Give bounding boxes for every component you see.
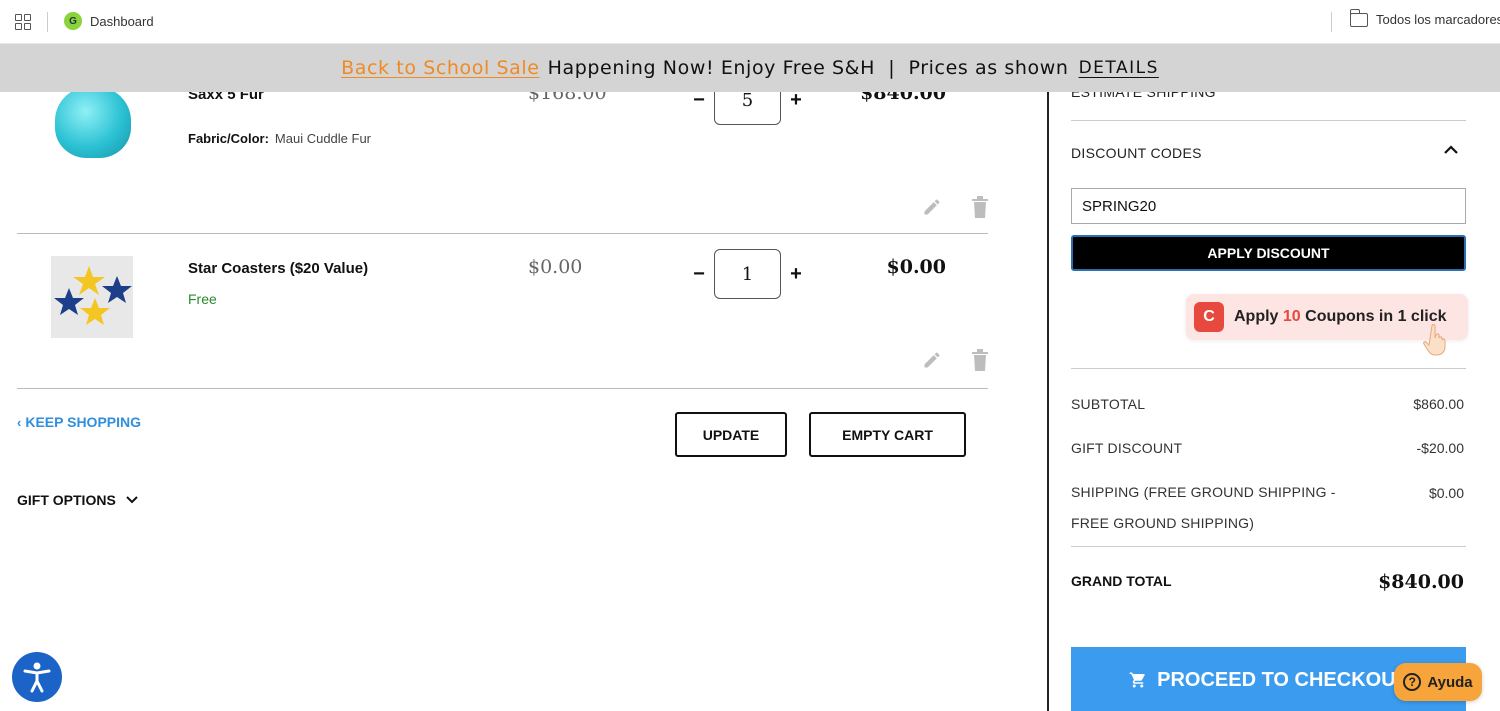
- chevron-down-icon: [126, 496, 138, 504]
- chevron-left-icon: ‹: [17, 415, 22, 430]
- coupon-apply-word: Apply: [1234, 308, 1279, 325]
- help-label: Ayuda: [1427, 673, 1473, 691]
- gift-options-label: GIFT OPTIONS: [17, 492, 116, 508]
- promo-sale-link[interactable]: Back to School Sale: [341, 57, 539, 79]
- apps-grid-icon[interactable]: [15, 14, 31, 30]
- order-summary-sidebar: ESTIMATE SHIPPING DISCOUNT CODES APPLY D…: [1047, 60, 1500, 711]
- quantity-increase-button[interactable]: +: [786, 263, 806, 286]
- discount-codes-toggle[interactable]: DISCOUNT CODES: [1071, 145, 1466, 161]
- promo-details-link[interactable]: DETAILS: [1079, 58, 1159, 78]
- product-image-beanbag[interactable]: [51, 82, 133, 164]
- attribute-label: Fabric/Color:: [188, 131, 269, 146]
- keep-shopping-link[interactable]: ‹ KEEP SHOPPING: [17, 414, 141, 430]
- gift-discount-label: GIFT DISCOUNT: [1071, 440, 1183, 456]
- cart-item-row: Star Coasters ($20 Value) Free $0.00 − 1…: [17, 234, 988, 389]
- help-chat-button[interactable]: ? Ayuda: [1394, 663, 1482, 701]
- edit-pencil-icon[interactable]: [922, 197, 942, 217]
- empty-cart-button[interactable]: EMPTY CART: [809, 412, 966, 457]
- bookmark-folder-label: Todos los marcadores: [1376, 12, 1500, 27]
- checkout-label: PROCEED TO CHECKOUT: [1157, 668, 1408, 691]
- summary-divider: [1071, 546, 1466, 547]
- apply-discount-button[interactable]: APPLY DISCOUNT: [1071, 235, 1466, 271]
- bookmark-dashboard-label: Dashboard: [90, 13, 154, 29]
- shipping-value: $0.00: [1428, 485, 1464, 501]
- pointer-hand-icon: [1423, 324, 1446, 356]
- gift-discount-value: -$20.00: [1416, 440, 1464, 456]
- accessibility-person-icon: [23, 662, 51, 693]
- update-cart-button[interactable]: UPDATE: [675, 412, 787, 457]
- quantity-stepper: − 1 +: [689, 249, 806, 299]
- coupon-extension-logo-icon: C: [1194, 302, 1224, 332]
- keep-shopping-label: KEEP SHOPPING: [25, 414, 142, 430]
- grand-total-label: GRAND TOTAL: [1071, 573, 1172, 589]
- subtotal-label: SUBTOTAL: [1071, 396, 1146, 412]
- coupon-extension-text: Apply 10 Coupons in 1 click: [1234, 308, 1447, 326]
- grand-total-value: $840.00: [1378, 571, 1464, 593]
- coupon-count: 10: [1282, 308, 1301, 325]
- help-question-icon: ?: [1403, 673, 1422, 691]
- dashboard-logo-icon: G: [64, 12, 82, 30]
- bookmarks-bar: G Dashboard Todos los marcadores: [0, 0, 1500, 44]
- promo-message: Happening Now! Enjoy Free S&H | Prices a…: [547, 57, 1069, 79]
- accessibility-button[interactable]: [12, 652, 62, 702]
- bookmarks-separator: [47, 12, 48, 32]
- quantity-decrease-button[interactable]: −: [689, 263, 709, 286]
- discount-codes-label: DISCOUNT CODES: [1071, 145, 1202, 161]
- folder-icon: [1349, 8, 1368, 27]
- summary-divider: [1071, 368, 1466, 369]
- shipping-label: SHIPPING (FREE GROUND SHIPPING - FREE GR…: [1071, 484, 1336, 531]
- product-attribute: Fabric/Color: Maui Cuddle Fur: [188, 131, 371, 146]
- bookmark-all-folder[interactable]: Todos los marcadores: [1349, 8, 1500, 27]
- product-name[interactable]: Star Coasters ($20 Value): [188, 260, 368, 277]
- summary-divider: [1071, 120, 1466, 121]
- unit-price: $0.00: [528, 256, 583, 278]
- gift-options-toggle[interactable]: GIFT OPTIONS: [17, 492, 138, 508]
- product-free-note: Free: [188, 291, 217, 307]
- edit-pencil-icon[interactable]: [922, 350, 942, 370]
- product-image-star-coasters[interactable]: [51, 256, 133, 338]
- promo-banner: Back to School Sale Happening Now! Enjoy…: [0, 44, 1500, 92]
- discount-code-input[interactable]: [1071, 188, 1466, 224]
- coupon-extension-popup[interactable]: C Apply 10 Coupons in 1 click: [1186, 294, 1468, 356]
- chevron-up-icon: [1444, 145, 1458, 154]
- trash-icon[interactable]: [972, 196, 988, 218]
- bookmark-dashboard[interactable]: G Dashboard: [64, 12, 154, 30]
- cart-icon: [1129, 672, 1145, 688]
- line-total: $0.00: [886, 256, 947, 278]
- quantity-input[interactable]: 1: [714, 249, 781, 299]
- trash-icon[interactable]: [972, 349, 988, 371]
- attribute-value: Maui Cuddle Fur: [274, 131, 372, 146]
- subtotal-value: $860.00: [1413, 396, 1464, 412]
- bookmarks-separator-right: [1331, 12, 1332, 32]
